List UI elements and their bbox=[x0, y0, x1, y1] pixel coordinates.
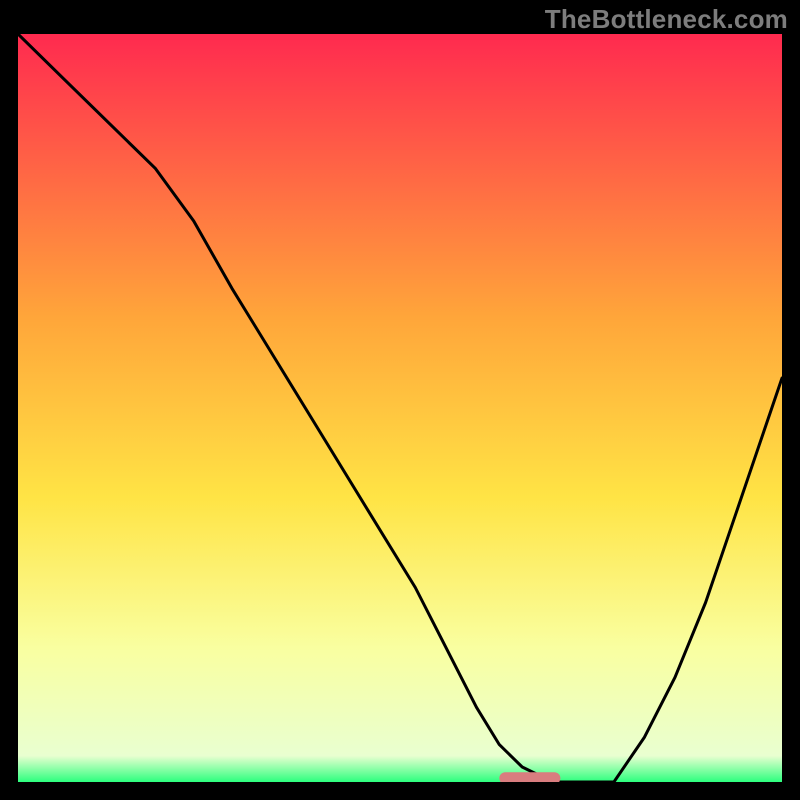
watermark-label: TheBottleneck.com bbox=[545, 4, 788, 35]
plot-area bbox=[18, 34, 782, 782]
chart-frame: TheBottleneck.com bbox=[0, 0, 800, 800]
optimal-marker bbox=[499, 772, 560, 782]
bottleneck-chart-svg bbox=[18, 34, 782, 782]
